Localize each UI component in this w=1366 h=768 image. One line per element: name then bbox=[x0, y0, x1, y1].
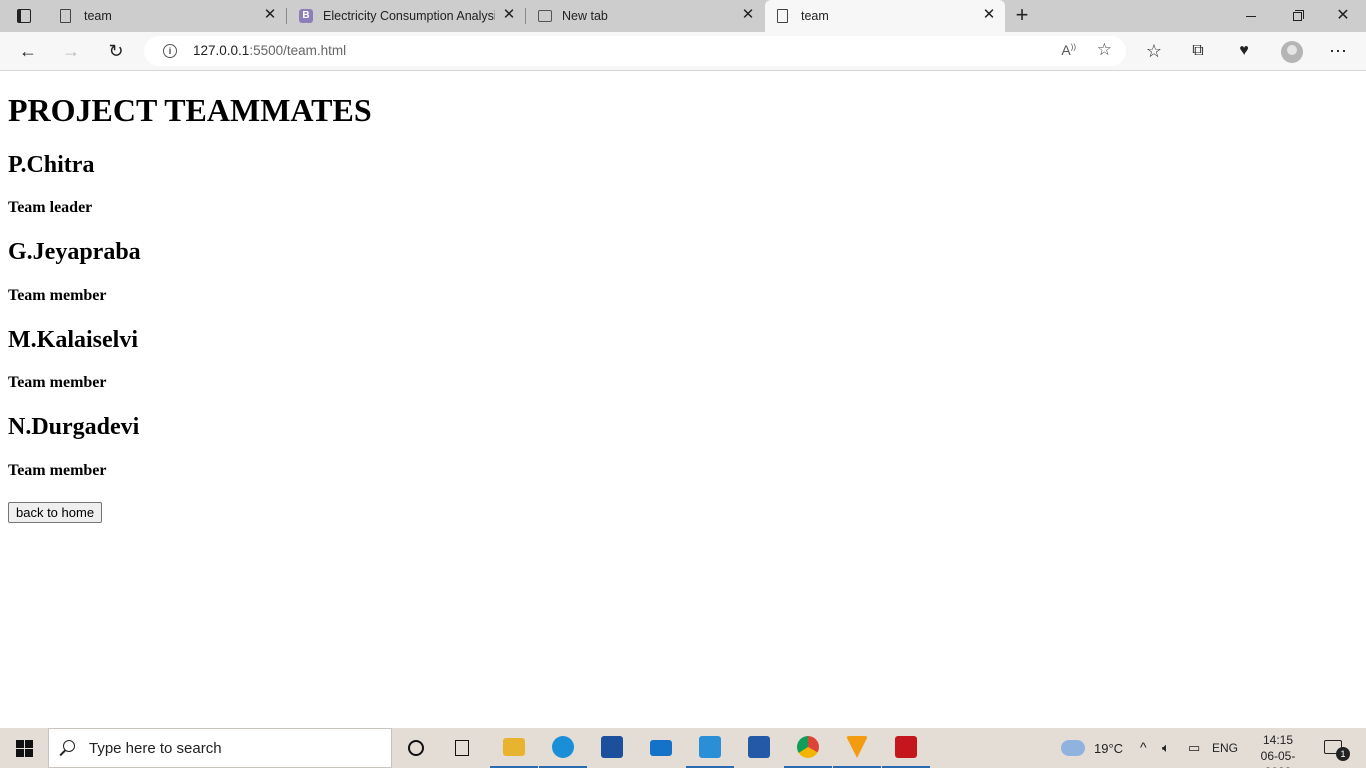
close-icon[interactable]: ✕ bbox=[740, 7, 756, 23]
search-icon bbox=[63, 740, 75, 752]
word-button[interactable] bbox=[735, 728, 783, 768]
tab-new-tab[interactable]: New tab ✕ bbox=[526, 0, 764, 32]
network-icon[interactable]: ▭ bbox=[1188, 740, 1200, 756]
chrome-icon bbox=[797, 736, 819, 758]
member-role: Team member bbox=[8, 287, 107, 304]
start-button[interactable] bbox=[0, 728, 48, 768]
back-arrow-icon[interactable]: ← bbox=[12, 36, 44, 66]
page-icon bbox=[60, 9, 71, 23]
read-aloud-icon[interactable]: A)) bbox=[1061, 42, 1076, 58]
bootstrap-icon: B bbox=[299, 9, 313, 23]
edge-button[interactable] bbox=[539, 728, 587, 768]
tab-title: Electricity Consumption Analysis bbox=[323, 9, 495, 23]
address-bar[interactable]: i 127.0.0.1:5500/team.html A)) ☆ bbox=[144, 36, 1126, 66]
folder-icon bbox=[503, 738, 525, 756]
tab-team-1[interactable]: team ✕ bbox=[48, 0, 287, 32]
refresh-icon[interactable]: ↻ bbox=[100, 36, 132, 66]
weather-temp[interactable]: 19°C bbox=[1094, 741, 1123, 756]
mail-button[interactable] bbox=[637, 728, 685, 768]
chrome-button[interactable] bbox=[784, 728, 832, 768]
url-text: 127.0.0.1:5500/team.html bbox=[193, 43, 346, 58]
windows-logo-pane bbox=[25, 749, 33, 757]
forward-arrow-icon[interactable]: → bbox=[55, 36, 87, 66]
member-name: G.Jeyapraba bbox=[8, 239, 141, 265]
weather-icon[interactable] bbox=[1061, 740, 1085, 756]
windows-logo-icon bbox=[16, 740, 24, 748]
new-tab-icon bbox=[538, 10, 552, 22]
tab-title: team bbox=[84, 9, 112, 23]
back-to-home-button[interactable]: back to home bbox=[8, 502, 103, 523]
notifications-icon[interactable]: 1 bbox=[1324, 740, 1350, 761]
close-icon[interactable]: ✕ bbox=[262, 7, 278, 23]
cortana-button[interactable] bbox=[392, 728, 440, 768]
site-info-icon[interactable]: i bbox=[163, 44, 177, 58]
member-name: P.Chitra bbox=[8, 152, 95, 178]
tab-title: New tab bbox=[562, 9, 608, 23]
restore-button[interactable] bbox=[1274, 0, 1320, 32]
clock-time: 14:15 bbox=[1262, 733, 1294, 747]
tab-electricity[interactable]: B Electricity Consumption Analysis ✕ bbox=[287, 0, 526, 32]
tab-strip: team ✕ B Electricity Consumption Analysi… bbox=[0, 0, 1366, 32]
tab-team-active[interactable]: team ✕ bbox=[765, 0, 1005, 32]
minimize-button[interactable] bbox=[1228, 0, 1274, 32]
page-content: PROJECT TEAMMATES P.Chitra Team leader G… bbox=[0, 72, 1366, 728]
acrobat-button[interactable] bbox=[882, 728, 930, 768]
taskbar-clock[interactable]: 14:15 06-05-2023 bbox=[1248, 732, 1308, 768]
member-name: M.Kalaiselvi bbox=[8, 327, 138, 353]
chevron-up-icon[interactable]: ^ bbox=[1140, 739, 1147, 755]
favorites-icon[interactable]: ☆ bbox=[1138, 36, 1170, 66]
profile-avatar[interactable] bbox=[1281, 41, 1303, 63]
tab-title: team bbox=[801, 9, 829, 23]
search-placeholder: Type here to search bbox=[89, 740, 222, 757]
word-icon bbox=[748, 736, 770, 758]
url-path: :5500/team.html bbox=[249, 43, 347, 58]
page-icon bbox=[777, 9, 788, 23]
windows-logo-pane bbox=[16, 749, 24, 757]
taskbar-search-box[interactable]: Type here to search bbox=[48, 728, 392, 768]
volume-icon[interactable]: 🔈︎ bbox=[1162, 740, 1170, 756]
browser-essentials-icon[interactable]: ♥ bbox=[1228, 36, 1260, 66]
page-title: PROJECT TEAMMATES bbox=[8, 92, 372, 128]
task-view-button[interactable] bbox=[440, 728, 488, 768]
task-view-icon bbox=[455, 740, 469, 756]
collections-icon[interactable]: ⧉ bbox=[1182, 36, 1214, 66]
store-button[interactable] bbox=[588, 728, 636, 768]
more-options-icon[interactable]: ⋯ bbox=[1322, 36, 1354, 66]
url-host: 127.0.0.1 bbox=[193, 43, 250, 58]
member-role: Team member bbox=[8, 374, 107, 391]
mail-icon bbox=[650, 740, 672, 756]
member-name: N.Durgadevi bbox=[8, 414, 140, 440]
vscode-icon bbox=[699, 736, 721, 758]
member-role: Team leader bbox=[8, 199, 93, 216]
tab-actions-icon bbox=[17, 9, 31, 23]
restore-icon-back bbox=[1295, 10, 1304, 19]
windows-taskbar: Type here to search 19°C ^ 🔈︎ ▭ ENG 14:1… bbox=[0, 728, 1366, 768]
close-icon[interactable]: ✕ bbox=[501, 7, 517, 23]
window-close-button[interactable]: ✕ bbox=[1320, 0, 1366, 32]
vscode-button[interactable] bbox=[686, 728, 734, 768]
browser-toolbar: ← → ↻ i 127.0.0.1:5500/team.html A)) ☆ ☆… bbox=[0, 32, 1366, 71]
cortana-icon bbox=[408, 740, 424, 756]
new-tab-button[interactable]: + bbox=[1010, 4, 1034, 28]
v-app-button[interactable] bbox=[833, 728, 881, 768]
notification-count-badge: 1 bbox=[1336, 747, 1350, 761]
file-explorer-button[interactable] bbox=[490, 728, 538, 768]
v-app-icon bbox=[846, 736, 868, 758]
member-role: Team member bbox=[8, 462, 107, 479]
add-favorite-icon[interactable]: ☆ bbox=[1097, 40, 1112, 60]
edge-icon bbox=[552, 736, 574, 758]
close-icon[interactable]: ✕ bbox=[981, 7, 997, 23]
language-indicator[interactable]: ENG bbox=[1212, 741, 1238, 755]
windows-logo-pane bbox=[25, 740, 33, 748]
acrobat-icon bbox=[895, 736, 917, 758]
tab-actions-button[interactable] bbox=[0, 0, 48, 32]
clock-date: 06-05-2023 bbox=[1260, 749, 1296, 768]
store-icon bbox=[601, 736, 623, 758]
